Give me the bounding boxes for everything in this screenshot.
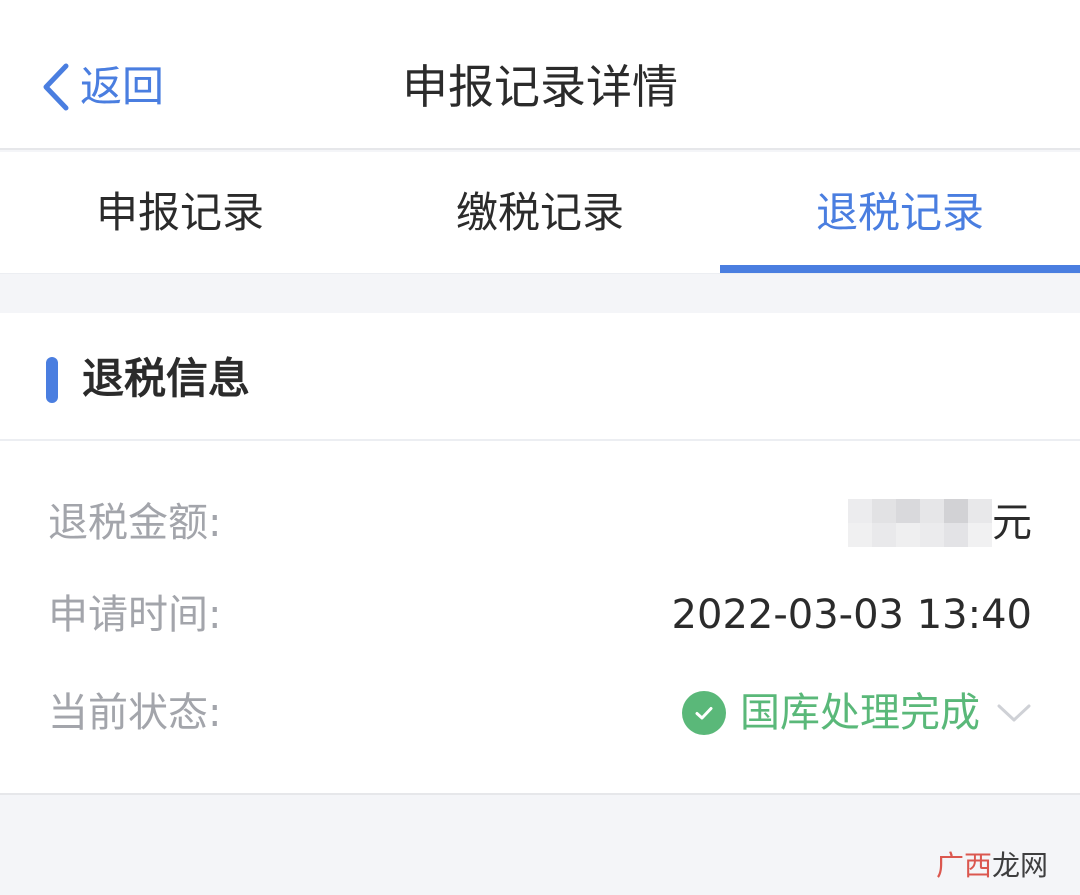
refund-info-card: 退税信息 退税金额: 元 申请时间: 2022-03-03 13:40 当前状态…	[0, 313, 1080, 795]
nav-bar: 返回 申报记录详情	[0, 0, 1080, 150]
back-button[interactable]: 返回	[40, 52, 164, 122]
apply-time-label: 申请时间:	[48, 592, 222, 638]
refund-amount-value: 元	[848, 483, 1032, 563]
tab-declaration-records[interactable]: 申报记录	[0, 152, 360, 273]
watermark-part1: 广西	[935, 849, 992, 882]
currency-unit: 元	[992, 500, 1032, 546]
apply-time-row: 申请时间: 2022-03-03 13:40	[0, 575, 1080, 655]
apply-time-value: 2022-03-03 13:40	[671, 592, 1032, 638]
section-title: 退税信息	[82, 354, 251, 403]
chevron-left-icon	[43, 63, 69, 111]
status-label: 当前状态:	[48, 690, 222, 736]
status-row: 当前状态: 国库处理完成	[0, 673, 1080, 753]
refund-amount-row: 退税金额: 元	[0, 483, 1080, 563]
section-accent-bar	[46, 357, 58, 403]
watermark: 广西龙网	[936, 848, 1048, 884]
status-text: 国库处理完成	[740, 690, 980, 736]
section-header: 退税信息	[0, 313, 1080, 441]
status-value[interactable]: 国库处理完成	[682, 673, 1032, 753]
refund-amount-label: 退税金额:	[48, 500, 222, 546]
chevron-down-icon[interactable]	[996, 701, 1032, 725]
tab-tax-refund-records[interactable]: 退税记录	[720, 152, 1080, 273]
redacted-amount	[848, 499, 992, 547]
tab-bar: 申报记录 缴税记录 退税记录	[0, 152, 1080, 274]
tab-tax-payment-records[interactable]: 缴税记录	[360, 152, 720, 273]
check-circle-icon	[682, 691, 726, 735]
watermark-part2: 龙网	[991, 849, 1048, 882]
back-label: 返回	[80, 62, 165, 111]
